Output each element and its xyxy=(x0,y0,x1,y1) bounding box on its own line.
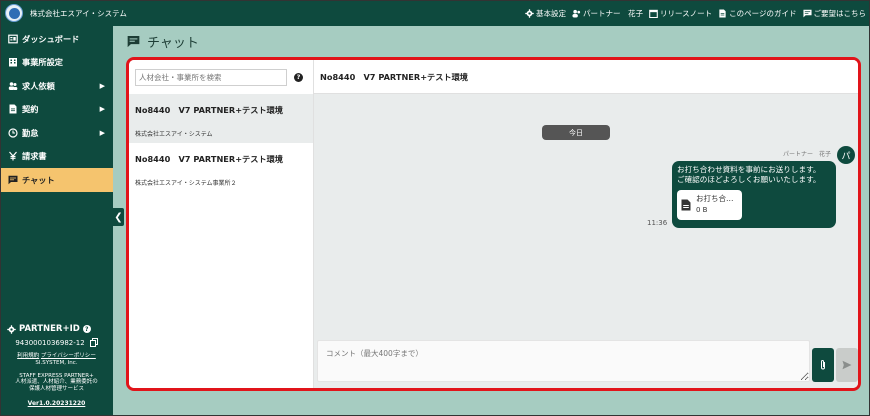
sidebar-item-label: ダッシュボード xyxy=(22,33,80,44)
chat-header-title: No8440 V7 PARTNER+テスト環境 xyxy=(314,60,858,94)
message-timestamp: 11:36 xyxy=(647,219,668,227)
file-icon xyxy=(681,199,691,211)
page-title: チャット xyxy=(127,31,199,51)
chevron-right-icon: ▶ xyxy=(99,81,105,90)
message-sender: パートナー 花子 xyxy=(782,151,831,158)
attachment-meta: お打ち合… 0 B xyxy=(696,194,734,216)
yen-icon xyxy=(7,151,18,162)
top-nav-user[interactable]: パートナー 花子 xyxy=(572,8,643,19)
top-nav: 基本設定 パートナー 花子 リリースノート このページのガイド ご要望はこちら xyxy=(525,0,866,26)
partner-id-row: PARTNER+ID ? xyxy=(0,324,113,334)
message-bubble: お打ち合わせ資料を事前にお送りします。 ご確認のほどよろしくお願いいたします。 … xyxy=(672,161,836,228)
sidebar-item-dashboard[interactable]: ダッシュボード xyxy=(0,27,113,51)
sidebar: ダッシュボード 事業所設定 求人依頼 ▶ 契約 ▶ 勤怠 ▶ 請求書 チャット xyxy=(0,26,113,416)
conversation-subtitle: 株式会社エスアイ・システム xyxy=(135,131,213,138)
conversation-title: No8440 V7 PARTNER+テスト環境 xyxy=(135,105,283,115)
sidebar-item-label: 請求書 xyxy=(22,151,47,162)
sidebar-nav: ダッシュボード 事業所設定 求人依頼 ▶ 契約 ▶ 勤怠 ▶ 請求書 チャット xyxy=(0,27,113,192)
sidebar-item-label: チャット xyxy=(22,174,55,185)
partner-id-label: PARTNER+ID xyxy=(19,324,80,334)
conversation-item[interactable]: No8440 V7 PARTNER+テスト環境 株式会社エスアイ・システム xyxy=(129,94,313,143)
attachment-name: お打ち合… xyxy=(696,193,734,203)
message-pane: No8440 V7 PARTNER+テスト環境 今日 パートナー 花子 パ お打… xyxy=(314,60,858,388)
help-icon[interactable]: ? xyxy=(82,325,91,333)
sidebar-item-chat[interactable]: チャット xyxy=(0,168,113,192)
message-line: ご確認のほどよろしくお願いいたします。 xyxy=(677,175,821,185)
help-icon[interactable]: ? xyxy=(294,72,303,82)
people-icon xyxy=(7,80,18,91)
product-desc-1: 人材派遣、人材紹介、業務委託の xyxy=(15,379,98,386)
sidebar-item-label: 契約 xyxy=(22,104,39,115)
product-desc-2: 保護人材管理サービス xyxy=(28,385,84,392)
product-info: STAFF EXPRESS PARTNER+ 人材派遣、人材紹介、業務委託の 保… xyxy=(0,373,113,393)
sidebar-item-office-settings[interactable]: 事業所設定 xyxy=(0,51,113,75)
comment-input[interactable] xyxy=(317,340,810,382)
sidebar-footer: PARTNER+ID ? 9430001036982-12 利用規約 プライバシ… xyxy=(0,324,113,407)
message-line: お打ち合わせ資料を事前にお送りします。 xyxy=(677,165,821,174)
date-divider: 今日 xyxy=(542,125,610,140)
company-legal-name: SI.SYSTEM, Inc. xyxy=(35,359,78,366)
comment-icon xyxy=(802,9,812,18)
search-input[interactable] xyxy=(135,68,287,86)
top-nav-settings-label: 基本設定 xyxy=(536,8,567,18)
chevron-right-icon: ▶ xyxy=(99,105,105,114)
users-icon xyxy=(572,9,581,18)
top-nav-user-label: パートナー 花子 xyxy=(583,8,644,18)
top-nav-feedback-label: ご要望はこちら xyxy=(813,8,867,18)
attach-file-button[interactable] xyxy=(812,348,834,382)
chevron-right-icon: ▶ xyxy=(99,128,105,137)
top-nav-guide[interactable]: このページのガイド xyxy=(718,8,797,19)
copy-icon[interactable] xyxy=(89,338,98,347)
dashboard-icon xyxy=(7,33,18,44)
top-nav-settings[interactable]: 基本設定 xyxy=(525,8,566,19)
gear-icon xyxy=(7,324,16,334)
send-button[interactable] xyxy=(836,348,858,382)
partner-id-number-row: 9430001036982-12 xyxy=(0,338,113,347)
search-row: ? xyxy=(129,60,313,94)
send-icon xyxy=(842,360,852,370)
chat-panel: ? No8440 V7 PARTNER+テスト環境 株式会社エスアイ・システム … xyxy=(126,57,861,391)
chat-icon xyxy=(127,35,140,48)
version-link[interactable]: Ver1.0.20231220 xyxy=(0,400,113,407)
sidebar-item-attendance[interactable]: 勤怠 ▶ xyxy=(0,121,113,145)
attachment-size: 0 B xyxy=(696,206,708,215)
partner-id-number: 9430001036982-12 xyxy=(15,338,85,347)
top-nav-feedback[interactable]: ご要望はこちら xyxy=(802,8,867,19)
conversation-item[interactable]: No8440 V7 PARTNER+テスト環境 株式会社エスアイ・システム事業所… xyxy=(129,143,313,192)
sidebar-item-label: 求人依頼 xyxy=(22,80,55,91)
sidebar-item-contract[interactable]: 契約 ▶ xyxy=(0,98,113,122)
sidebar-item-label: 勤怠 xyxy=(22,127,39,138)
privacy-link[interactable]: プライバシーポリシー xyxy=(41,353,96,359)
top-nav-release-notes-label: リリースノート xyxy=(660,8,713,18)
calendar-icon xyxy=(649,9,658,18)
sidebar-collapse-button[interactable]: ❮ xyxy=(113,208,124,226)
top-nav-release-notes[interactable]: リリースノート xyxy=(649,8,712,19)
page-title-text: チャット xyxy=(147,35,199,51)
paperclip-icon xyxy=(819,359,827,371)
gear-icon xyxy=(525,8,534,18)
conversation-list-pane: ? No8440 V7 PARTNER+テスト環境 株式会社エスアイ・システム … xyxy=(129,60,314,388)
clock-icon xyxy=(7,127,18,138)
contract-icon xyxy=(7,104,18,115)
conversation-subtitle: 株式会社エスアイ・システム事業所２ xyxy=(135,180,237,187)
top-nav-guide-label: このページのガイド xyxy=(729,8,797,18)
avatar: パ xyxy=(837,146,855,164)
top-bar: 株式会社エスアイ・システム 基本設定 パートナー 花子 リリースノート このペー… xyxy=(0,0,870,26)
sidebar-item-label: 事業所設定 xyxy=(22,57,63,68)
sidebar-item-job-request[interactable]: 求人依頼 ▶ xyxy=(0,74,113,98)
chat-icon xyxy=(7,174,18,185)
attachment-card[interactable]: お打ち合… 0 B xyxy=(677,189,742,220)
document-icon xyxy=(718,8,727,18)
building-icon xyxy=(7,57,18,68)
company-name: 株式会社エスアイ・システム xyxy=(30,8,127,18)
sidebar-item-invoice[interactable]: 請求書 xyxy=(0,145,113,169)
company-logo-icon[interactable] xyxy=(5,4,23,22)
footer-links: 利用規約 プライバシーポリシー SI.SYSTEM, Inc. xyxy=(0,353,113,367)
terms-link[interactable]: 利用規約 xyxy=(17,353,39,359)
conversation-title: No8440 V7 PARTNER+テスト環境 xyxy=(135,154,283,164)
